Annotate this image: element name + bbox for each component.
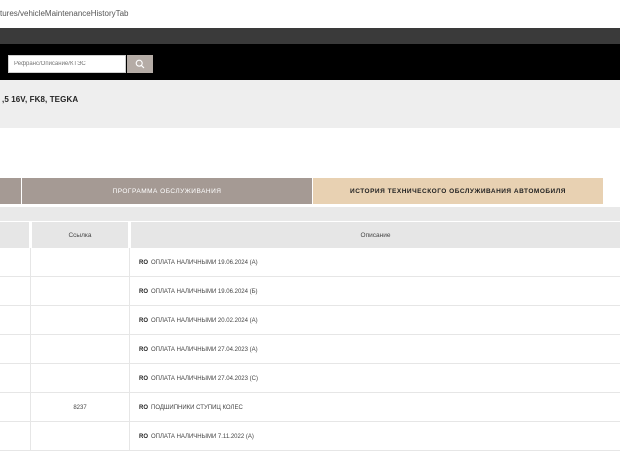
row-description-link[interactable]: ОПЛАТА НАЛИЧНЫМИ 19.06.2024 (Б) <box>151 289 258 295</box>
row-code <box>32 364 128 393</box>
column-divider <box>30 364 31 393</box>
vehicle-info-band <box>0 80 620 128</box>
row-code: 8237 <box>73 404 87 411</box>
row-code <box>32 422 128 451</box>
column-divider <box>129 393 130 422</box>
search-icon <box>135 59 145 69</box>
column-divider <box>129 277 130 306</box>
table-toolbar <box>0 207 620 221</box>
row-code <box>32 335 128 364</box>
table-row: RO ОПЛАТА НАЛИЧНЫМИ 20.02.2024 (А) <box>0 306 620 335</box>
column-divider <box>30 248 31 277</box>
row-description: RO ОПЛАТА НАЛИЧНЫМИ 7.11.2022 (А) <box>139 422 254 451</box>
column-divider <box>30 306 31 335</box>
column-divider <box>30 393 31 422</box>
row-code <box>32 248 128 277</box>
row-description: RO ОПЛАТА НАЛИЧНЫМИ 19.06.2024 (Б) <box>139 277 258 306</box>
ro-badge: RO <box>139 259 148 266</box>
row-description: RO ПОДШИПНИКИ СТУПИЦ КОЛЕС <box>139 393 243 422</box>
table-row: RO ОПЛАТА НАЛИЧНЫМИ 27.04.2023 (А) <box>0 335 620 364</box>
column-header-description: Описание <box>131 222 620 248</box>
ro-badge: RO <box>139 433 148 440</box>
table-header: Ссылка Описание <box>0 222 620 248</box>
top-strip <box>0 28 620 44</box>
ro-badge: RO <box>139 404 148 411</box>
ro-badge: RO <box>139 317 148 324</box>
table-row: 8237 RO ПОДШИПНИКИ СТУПИЦ КОЛЕС <box>0 393 620 422</box>
column-divider <box>30 277 31 306</box>
search-button[interactable] <box>127 55 153 73</box>
table-row: RO ОПЛАТА НАЛИЧНЫМИ 19.06.2024 (Б) <box>0 277 620 306</box>
table-row: RO ОПЛАТА НАЛИЧНЫМИ 19.06.2024 (А) <box>0 248 620 277</box>
table-row: RO ОПЛАТА НАЛИЧНЫМИ 7.11.2022 (А) <box>0 422 620 451</box>
ro-badge: RO <box>139 288 148 295</box>
search-input[interactable] <box>8 55 126 73</box>
column-divider <box>30 422 31 451</box>
column-divider <box>129 422 130 451</box>
ro-badge: RO <box>139 346 148 353</box>
row-description: RO ОПЛАТА НАЛИЧНЫМИ 19.06.2024 (А) <box>139 248 258 277</box>
tab-previous[interactable] <box>0 178 21 204</box>
column-divider <box>129 306 130 335</box>
address-url[interactable]: tures/vehicleMaintenanceHistoryTab <box>0 9 129 18</box>
column-header-0 <box>0 222 29 248</box>
column-header-reference: Ссылка <box>32 222 128 248</box>
column-divider <box>129 364 130 393</box>
tab-bar: ПРОГРАММА ОБСЛУЖИВАНИЯ ИСТОРИЯ ТЕХНИЧЕСК… <box>0 178 620 204</box>
row-description: RO ОПЛАТА НАЛИЧНЫМИ 20.02.2024 (А) <box>139 306 258 335</box>
column-divider <box>129 248 130 277</box>
row-description-link[interactable]: ОПЛАТА НАЛИЧНЫМИ 19.06.2024 (А) <box>151 260 258 266</box>
row-description-link[interactable]: ОПЛАТА НАЛИЧНЫМИ 27.04.2023 (А) <box>151 347 258 353</box>
row-description-link[interactable]: ОПЛАТА НАЛИЧНЫМИ 7.11.2022 (А) <box>151 434 254 440</box>
ro-badge: RO <box>139 375 148 382</box>
table-row: RO ОПЛАТА НАЛИЧНЫМИ 27.04.2023 (С) <box>0 364 620 393</box>
row-description-link[interactable]: ОПЛАТА НАЛИЧНЫМИ 20.02.2024 (А) <box>151 318 258 324</box>
tab-maintenance-program[interactable]: ПРОГРАММА ОБСЛУЖИВАНИЯ <box>22 178 312 204</box>
tab-maintenance-history[interactable]: ИСТОРИЯ ТЕХНИЧЕСКОГО ОБСЛУЖИВАНИЯ АВТОМО… <box>313 178 603 204</box>
browser-address-bar[interactable]: tures/vehicleMaintenanceHistoryTab <box>0 0 620 29</box>
vehicle-title: ,5 16V, FK8, TEGKA <box>2 95 79 104</box>
row-code <box>32 277 128 306</box>
column-divider <box>30 335 31 364</box>
row-description-link[interactable]: ОПЛАТА НАЛИЧНЫМИ 27.04.2023 (С) <box>151 376 258 382</box>
column-divider <box>129 335 130 364</box>
row-code <box>32 306 128 335</box>
row-description: RO ОПЛАТА НАЛИЧНЫМИ 27.04.2023 (С) <box>139 364 258 393</box>
row-description-link[interactable]: ПОДШИПНИКИ СТУПИЦ КОЛЕС <box>151 405 243 411</box>
row-description: RO ОПЛАТА НАЛИЧНЫМИ 27.04.2023 (А) <box>139 335 258 364</box>
